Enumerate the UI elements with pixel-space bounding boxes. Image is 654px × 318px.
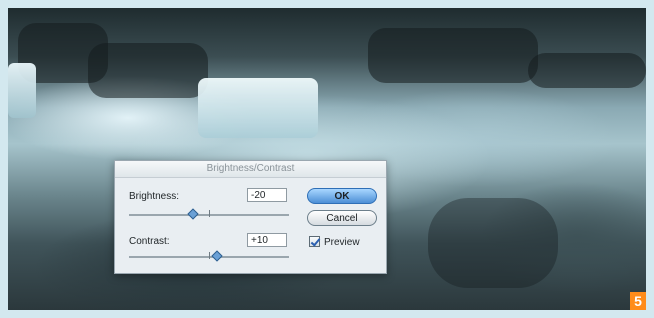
preview-label: Preview xyxy=(324,237,360,248)
brightness-slider-center-tick xyxy=(209,210,210,217)
rock-shape xyxy=(528,53,646,88)
brightness-contrast-dialog: Brightness/Contrast Brightness: -20 Cont… xyxy=(114,160,387,274)
waterfall-left xyxy=(8,63,36,118)
brightness-label: Brightness: xyxy=(129,191,180,202)
brightness-input[interactable]: -20 xyxy=(247,188,287,202)
figure-frame: Brightness/Contrast Brightness: -20 Cont… xyxy=(0,0,654,318)
brightness-slider-thumb[interactable] xyxy=(187,208,199,220)
rock-shape xyxy=(368,28,538,83)
rock-shape xyxy=(88,43,208,98)
rock-shape xyxy=(428,198,558,288)
dialog-title: Brightness/Contrast xyxy=(115,161,386,178)
contrast-input[interactable]: +10 xyxy=(247,233,287,247)
cancel-button[interactable]: Cancel xyxy=(307,210,377,226)
preview-checkbox[interactable] xyxy=(309,236,320,247)
waterfall-center xyxy=(198,78,318,138)
step-number-badge: 5 xyxy=(630,292,646,310)
contrast-slider-thumb[interactable] xyxy=(211,250,223,262)
ok-button[interactable]: OK xyxy=(307,188,377,204)
contrast-label: Contrast: xyxy=(129,236,170,247)
